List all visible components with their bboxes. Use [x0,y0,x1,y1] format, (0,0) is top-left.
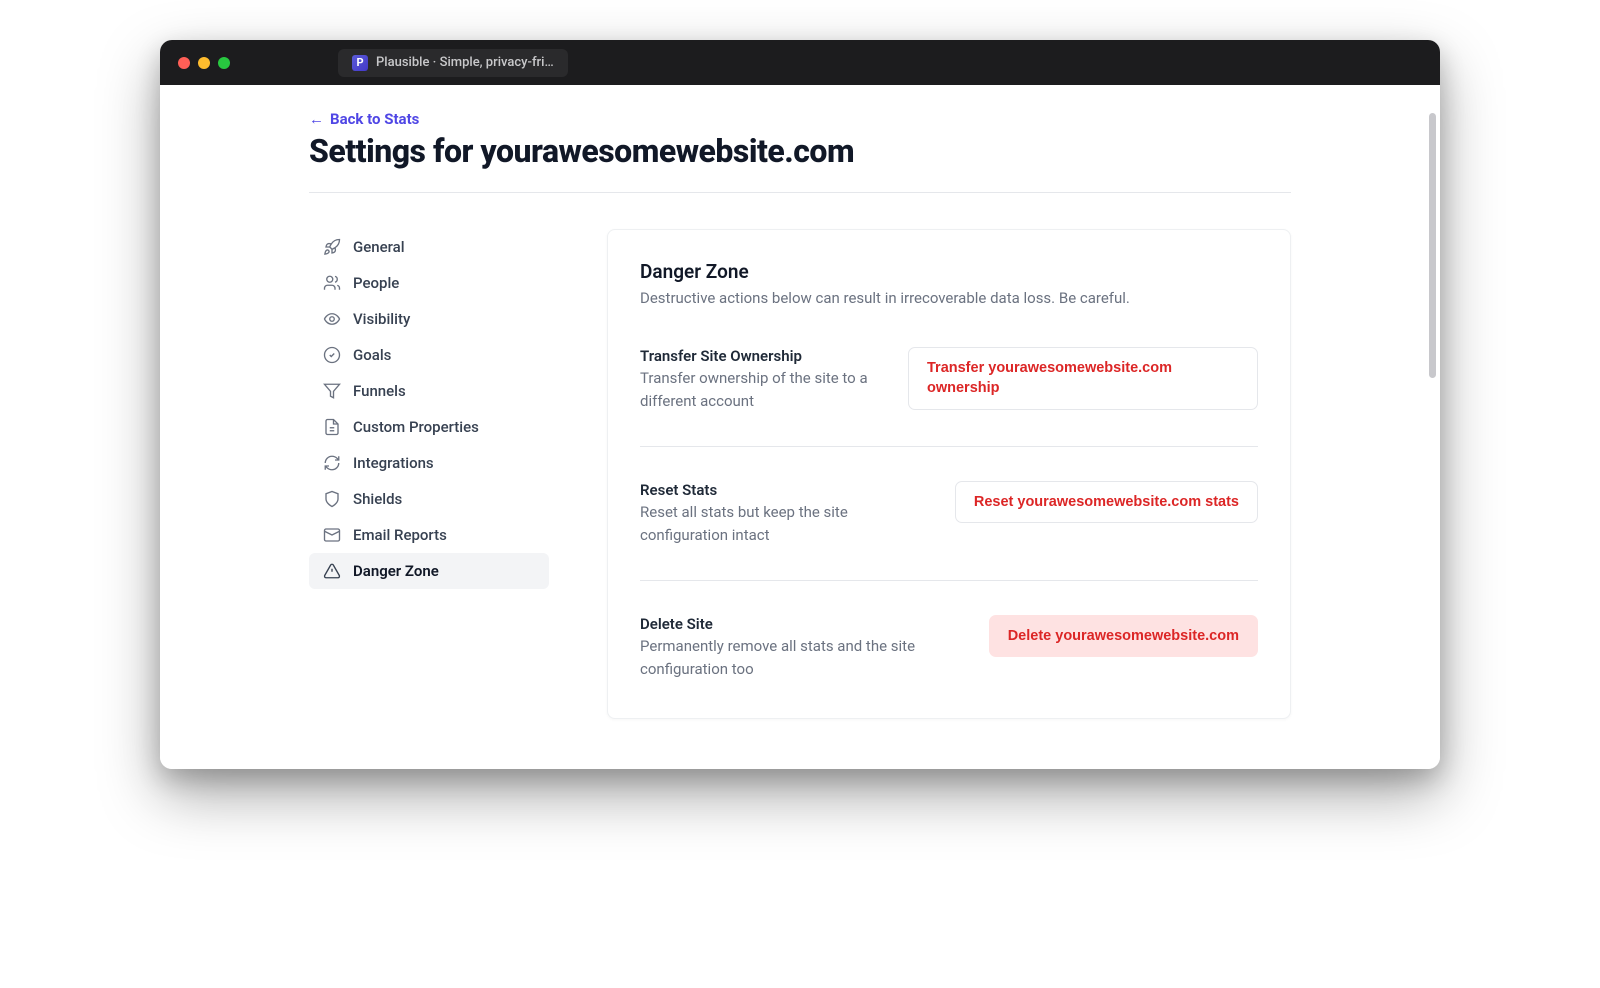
sidebar-item-label: Danger Zone [353,562,439,580]
transfer-ownership-row: Transfer Site Ownership Transfer ownersh… [640,307,1258,446]
refresh-icon [323,454,341,472]
action-description: Transfer ownership of the site to a diff… [640,367,884,412]
browser-tab[interactable]: P Plausible · Simple, privacy-frien [338,49,568,77]
sidebar-item-label: People [353,274,399,292]
sidebar-item-integrations[interactable]: Integrations [309,445,549,481]
users-icon [323,274,341,292]
sidebar-item-email-reports[interactable]: Email Reports [309,517,549,553]
action-description: Reset all stats but keep the site config… [640,501,931,546]
shield-icon [323,490,341,508]
tab-title: Plausible · Simple, privacy-frien [376,55,554,70]
sidebar-item-label: Shields [353,490,402,508]
reset-stats-row: Reset Stats Reset all stats but keep the… [640,446,1258,580]
sidebar-item-label: General [353,238,405,256]
action-title: Delete Site [640,615,965,633]
arrow-left-icon: ← [309,110,324,128]
back-to-stats-link[interactable]: ← Back to Stats [309,110,419,128]
action-description: Permanently remove all stats and the sit… [640,635,965,680]
panel-title: Danger Zone [640,260,1258,283]
sidebar-item-label: Custom Properties [353,418,479,436]
rocket-icon [323,238,341,256]
panel-description: Destructive actions below can result in … [640,289,1258,307]
document-icon [323,418,341,436]
maximize-icon[interactable] [218,57,230,69]
sidebar-item-label: Email Reports [353,526,447,544]
warning-icon [323,562,341,580]
sidebar-item-label: Visibility [353,310,410,328]
sidebar-item-label: Goals [353,346,391,364]
settings-sidebar: General People Visibility Goals [309,229,549,589]
sidebar-item-funnels[interactable]: Funnels [309,373,549,409]
sidebar-item-people[interactable]: People [309,265,549,301]
favicon-icon: P [352,55,368,71]
page-content: ← Back to Stats Settings for yourawesome… [160,85,1440,769]
action-title: Transfer Site Ownership [640,347,884,365]
delete-site-row: Delete Site Permanently remove all stats… [640,580,1258,680]
titlebar: P Plausible · Simple, privacy-frien [160,40,1440,85]
minimize-icon[interactable] [198,57,210,69]
reset-stats-button[interactable]: Reset yourawesomewebsite.com stats [955,481,1258,523]
sidebar-item-custom-properties[interactable]: Custom Properties [309,409,549,445]
browser-window: P Plausible · Simple, privacy-frien ← Ba… [160,40,1440,769]
page-title: Settings for yourawesomewebsite.com [309,132,1291,170]
transfer-ownership-button[interactable]: Transfer yourawesomewebsite.com ownershi… [908,347,1258,410]
sidebar-item-general[interactable]: General [309,229,549,265]
close-icon[interactable] [178,57,190,69]
check-circle-icon [323,346,341,364]
mail-icon [323,526,341,544]
funnel-icon [323,382,341,400]
window-controls [178,57,230,69]
delete-site-button[interactable]: Delete yourawesomewebsite.com [989,615,1258,657]
action-title: Reset Stats [640,481,931,499]
sidebar-item-visibility[interactable]: Visibility [309,301,549,337]
sidebar-item-shields[interactable]: Shields [309,481,549,517]
eye-icon [323,310,341,328]
sidebar-item-label: Funnels [353,382,406,400]
header-divider [309,192,1291,193]
sidebar-item-danger-zone[interactable]: Danger Zone [309,553,549,589]
sidebar-item-label: Integrations [353,454,434,472]
back-link-label: Back to Stats [330,110,419,128]
scrollbar[interactable] [1429,113,1436,378]
danger-zone-panel: Danger Zone Destructive actions below ca… [607,229,1291,719]
sidebar-item-goals[interactable]: Goals [309,337,549,373]
